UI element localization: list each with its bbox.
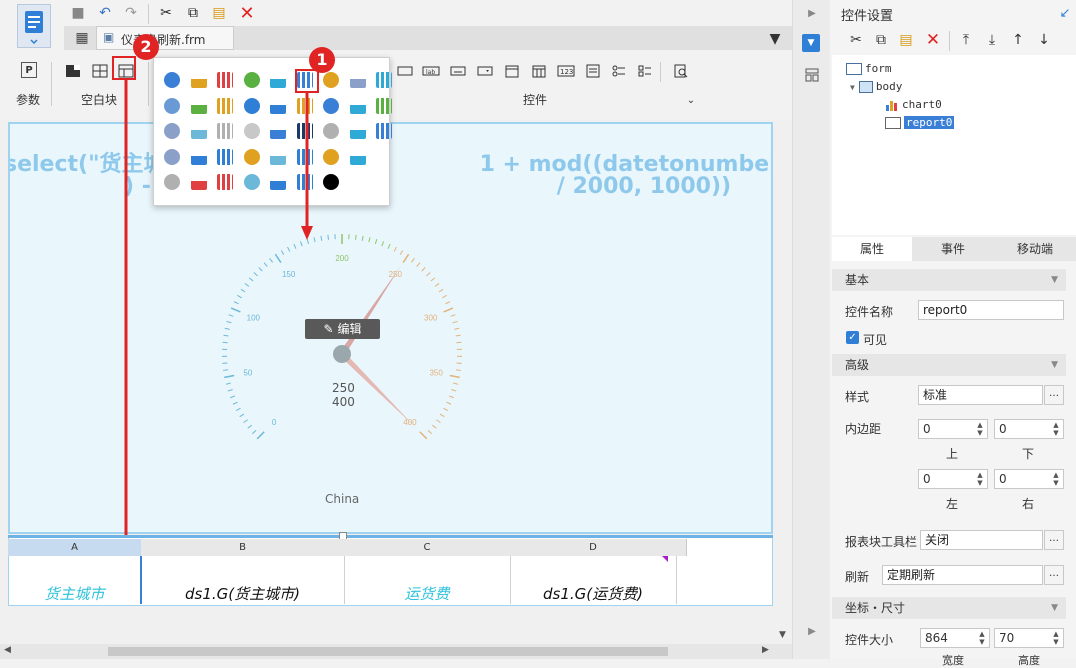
report-toolbar-label: 报表块工具栏 <box>845 533 917 550</box>
column-header-blank <box>676 539 687 556</box>
padding-right-caption: 右 <box>1022 495 1034 512</box>
padding-top-caption: 上 <box>946 445 958 462</box>
move-top-icon[interactable]: ⤒ <box>957 31 975 49</box>
panel-delete-icon[interactable]: ✕ <box>924 31 942 49</box>
panel-cut-icon[interactable]: ✂ <box>847 31 865 49</box>
style-label: 样式 <box>845 388 869 405</box>
chevron-down-icon: ▼ <box>1051 597 1058 619</box>
column-header[interactable]: B <box>141 539 345 556</box>
chevron-down-icon: ▼ <box>1051 269 1058 291</box>
tree-expand-icon[interactable]: ▼ <box>850 83 855 92</box>
cell-selection-border <box>140 556 142 604</box>
pin-icon[interactable]: ↙ <box>1056 4 1074 22</box>
section-advanced[interactable]: 高级▼ <box>832 354 1066 376</box>
spinner-arrows-icon[interactable]: ▲▼ <box>974 421 986 437</box>
tree-item-body[interactable]: ▼body <box>850 80 902 93</box>
move-down-icon[interactable]: ↓ <box>1035 31 1053 49</box>
spinner-arrows-icon[interactable]: ▲▼ <box>1050 471 1062 487</box>
tab-mobile[interactable]: 移动端 <box>994 237 1076 261</box>
grid-cell[interactable]: ds1.G(货主城市) <box>141 556 345 604</box>
spinner-arrows-icon[interactable]: ▲▼ <box>974 471 986 487</box>
height-input[interactable]: 70▲▼ <box>994 628 1064 648</box>
height-caption: 高度 <box>1018 652 1040 668</box>
component-library-icon[interactable] <box>803 66 821 84</box>
padding-left-caption: 左 <box>946 495 958 512</box>
tab-events[interactable]: 事件 <box>913 237 993 261</box>
callout-badge-1: 1 <box>309 47 335 73</box>
move-up-icon[interactable]: ↑ <box>1009 31 1027 49</box>
body-icon <box>859 81 873 93</box>
refresh-label: 刷新 <box>845 568 869 585</box>
callout-badge-2: 2 <box>133 34 159 60</box>
move-bottom-icon[interactable]: ⤓ <box>983 31 1001 49</box>
style-more-button[interactable]: … <box>1044 385 1064 405</box>
padding-bottom-caption: 下 <box>1022 445 1034 462</box>
tab-properties[interactable]: 属性 <box>832 237 912 261</box>
expand-arrow-icon[interactable]: ▶ <box>803 622 821 640</box>
chevron-down-icon: ▼ <box>1051 354 1058 376</box>
visible-checkbox[interactable]: ✓ <box>846 331 859 344</box>
grid-cell[interactable]: 运货费 <box>344 556 511 604</box>
width-caption: 宽度 <box>942 652 964 668</box>
refresh-more-button[interactable]: … <box>1044 565 1064 585</box>
padding-top-input[interactable]: 0▲▼ <box>918 419 988 439</box>
horizontal-scrollbar[interactable]: ◀ ▶ <box>0 644 792 659</box>
chart-icon <box>885 99 899 111</box>
size-label: 控件大小 <box>845 631 893 648</box>
padding-label: 内边距 <box>845 420 881 437</box>
report-toolbar-more-button[interactable]: … <box>1044 530 1064 550</box>
panel-paste-icon[interactable]: ▤ <box>897 31 915 49</box>
padding-right-input[interactable]: 0▲▼ <box>994 469 1064 489</box>
form-icon <box>846 63 862 75</box>
side-strip <box>792 0 831 659</box>
tree-item-report0[interactable]: report0 <box>885 116 954 129</box>
panel-title: 控件设置 <box>841 5 893 24</box>
scroll-right-icon[interactable]: ▶ <box>762 645 769 655</box>
name-input[interactable]: report0 <box>918 300 1064 320</box>
scrollbar-thumb[interactable] <box>108 647 668 656</box>
condition-marker <box>662 556 668 562</box>
collapse-arrow-icon[interactable]: ▶ <box>803 4 821 22</box>
section-basic[interactable]: 基本▼ <box>832 269 1066 291</box>
section-coords[interactable]: 坐标・尺寸▼ <box>832 597 1066 619</box>
refresh-input[interactable]: 定期刷新 <box>882 565 1043 585</box>
separator <box>949 31 950 51</box>
column-header[interactable]: C <box>344 539 511 556</box>
grid-cell[interactable]: ds1.G(运货费) <box>510 556 677 604</box>
tree-item-form[interactable]: form <box>846 62 892 75</box>
spinner-arrows-icon[interactable]: ▲▼ <box>1050 630 1062 646</box>
report-toolbar-input[interactable]: 关闭 <box>920 530 1043 550</box>
scroll-left-icon[interactable]: ◀ <box>4 645 11 655</box>
report-icon <box>885 117 901 129</box>
widget-settings-icon[interactable]: ▼ <box>802 34 820 52</box>
grid-cell[interactable]: 货主城市 <box>8 556 142 604</box>
tree-item-chart0[interactable]: chart0 <box>885 98 942 111</box>
scroll-down-icon[interactable]: ▼ <box>779 630 786 640</box>
spinner-arrows-icon[interactable]: ▲▼ <box>1050 421 1062 437</box>
column-header[interactable]: A <box>8 539 142 556</box>
name-label: 控件名称 <box>845 303 893 320</box>
spinner-arrows-icon[interactable]: ▲▼ <box>976 630 988 646</box>
width-input[interactable]: 864▲▼ <box>920 628 990 648</box>
visible-label: 可见 <box>863 331 887 348</box>
report-top-line <box>8 535 773 538</box>
vertical-scrollbar[interactable]: ▼ <box>776 120 792 644</box>
style-input[interactable]: 标准 <box>918 385 1043 405</box>
column-header[interactable]: D <box>510 539 677 556</box>
panel-copy-icon[interactable]: ⧉ <box>872 31 890 49</box>
padding-bottom-input[interactable]: 0▲▼ <box>994 419 1064 439</box>
padding-left-input[interactable]: 0▲▼ <box>918 469 988 489</box>
